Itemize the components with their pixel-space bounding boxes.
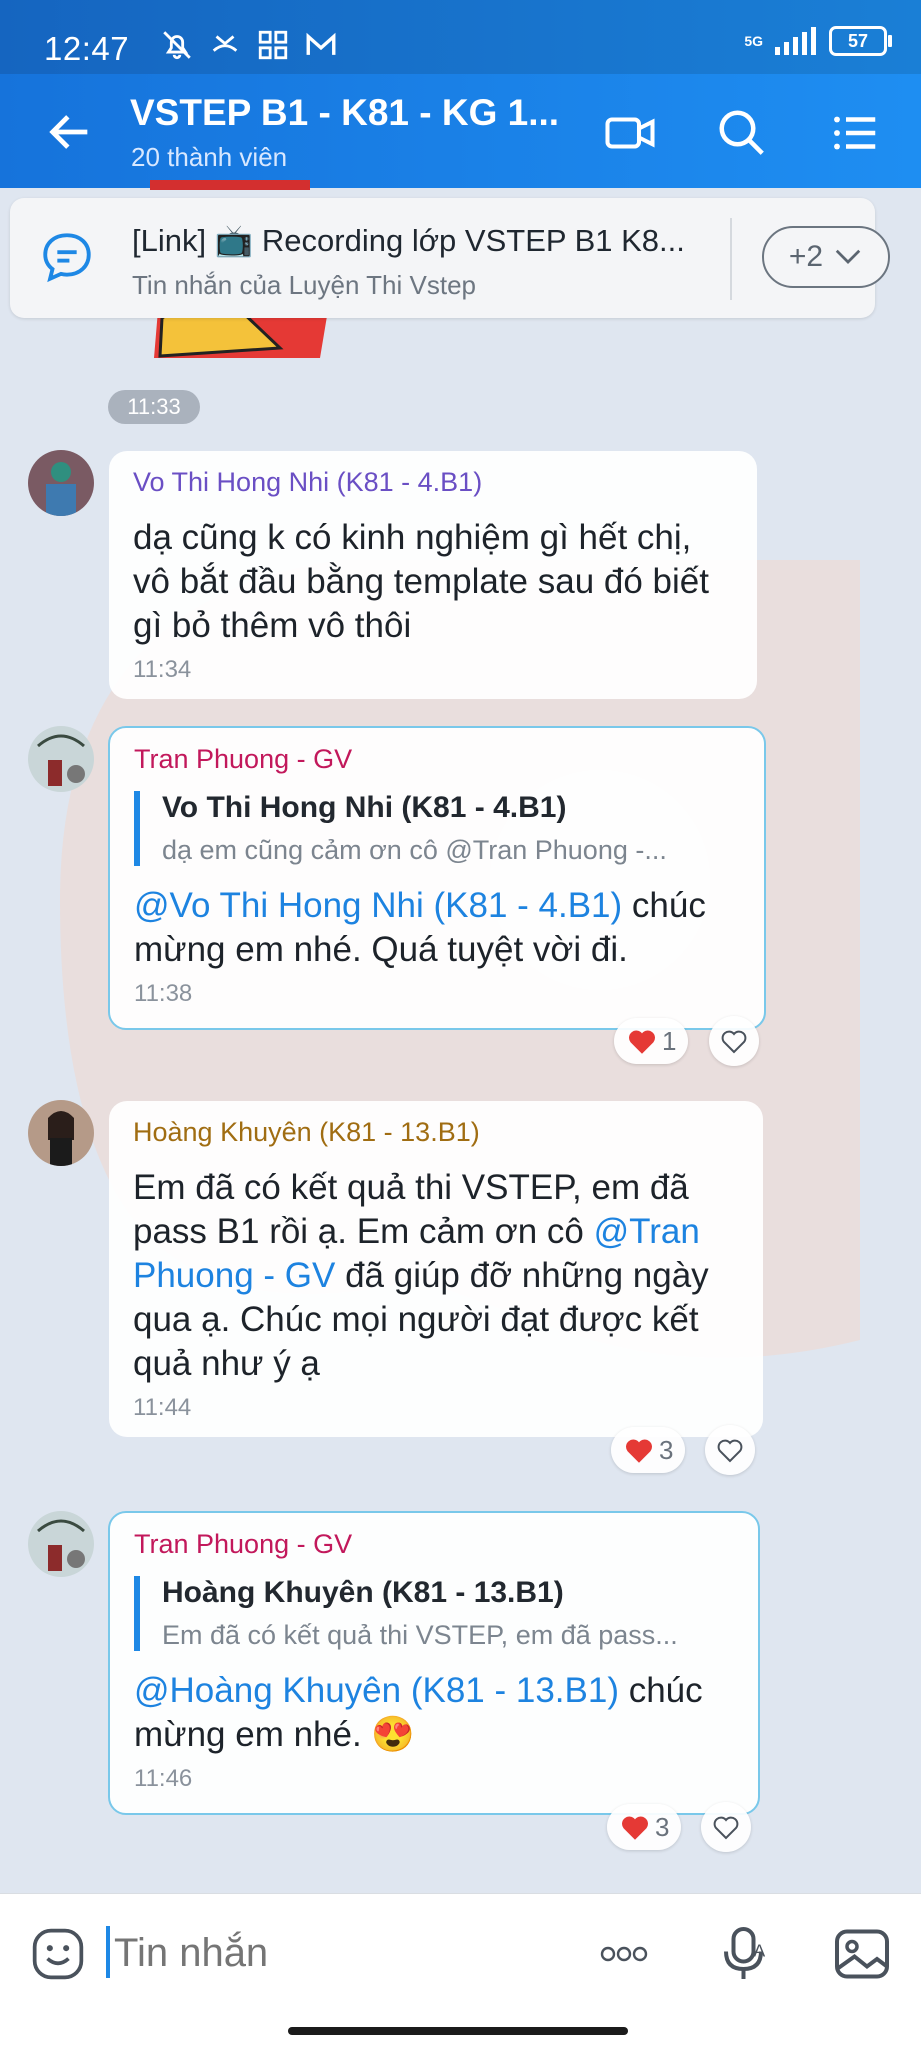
message-bubble[interactable]: Tran Phuong - GV Hoàng Khuyên (K81 - 13.… bbox=[108, 1511, 760, 1815]
message-text: dạ cũng k có kinh nghiệm gì hết chị, vô … bbox=[133, 518, 709, 645]
home-indicator bbox=[288, 2027, 628, 2035]
status-right: 5G 57 bbox=[744, 26, 892, 56]
avatar-photo bbox=[28, 1100, 94, 1166]
status-icons bbox=[160, 28, 338, 62]
more-dots-icon[interactable] bbox=[594, 1924, 654, 1984]
reaction-badge[interactable]: 1 bbox=[614, 1018, 689, 1064]
quote-text: dạ em cũng cảm ơn cô @Tran Phuong -... bbox=[162, 835, 667, 865]
message-time: 11:46 bbox=[134, 1765, 193, 1792]
image-icon[interactable] bbox=[832, 1924, 892, 1984]
like-heart-outline-icon bbox=[721, 1030, 747, 1054]
react-button[interactable] bbox=[709, 1016, 759, 1066]
pinned-title: [Link] 📺 Recording lớp VSTEP B1 K8... bbox=[132, 223, 685, 258]
message-input[interactable] bbox=[112, 1930, 556, 1977]
quote-author: Hoàng Khuyên (K81 - 13.B1) bbox=[162, 1576, 564, 1609]
message-bubble[interactable]: Tran Phuong - GV Vo Thi Hong Nhi (K81 - … bbox=[108, 726, 766, 1030]
message-bubble[interactable]: Vo Thi Hong Nhi (K81 - 4.B1) dạ cũng k c… bbox=[109, 451, 757, 699]
pinned-more-button[interactable]: +2 bbox=[762, 226, 890, 288]
react-button[interactable] bbox=[701, 1802, 751, 1852]
member-count[interactable]: 20 thành viên bbox=[131, 142, 287, 173]
react-button[interactable] bbox=[705, 1425, 755, 1475]
time-separator: 11:33 bbox=[108, 390, 200, 424]
mail-icon bbox=[306, 32, 336, 55]
mention-link[interactable]: @Hoàng Khuyên (K81 - 13.B1) bbox=[134, 1671, 619, 1710]
message-composer: A bbox=[0, 1893, 921, 2049]
message-text: @Hoàng Khuyên (K81 - 13.B1) chúc mừng em… bbox=[134, 1669, 734, 1757]
quoted-message[interactable]: Hoàng Khuyên (K81 - 13.B1) Em đã có kết … bbox=[134, 1576, 734, 1651]
quote-text: Em đã có kết quả thi VSTEP, em đã pass..… bbox=[162, 1620, 678, 1650]
chat-header: VSTEP B1 - K81 - KG 1... 20 thành viên bbox=[0, 74, 921, 188]
message-time: 11:38 bbox=[134, 980, 193, 1007]
quote-author: Vo Thi Hong Nhi (K81 - 4.B1) bbox=[162, 791, 567, 824]
emoji-icon[interactable] bbox=[30, 1926, 86, 1982]
chat-bubble-icon bbox=[43, 233, 91, 283]
apps-icon bbox=[258, 30, 288, 60]
avatar-photo bbox=[28, 450, 94, 516]
group-title[interactable]: VSTEP B1 - K81 - KG 1... bbox=[130, 92, 559, 134]
quoted-message[interactable]: Vo Thi Hong Nhi (K81 - 4.B1) dạ em cũng … bbox=[134, 791, 740, 866]
like-heart-outline-icon bbox=[717, 1439, 743, 1463]
pinned-divider bbox=[730, 218, 732, 300]
pinned-subtitle: Tin nhắn của Luyện Thi Vstep bbox=[132, 270, 477, 300]
pinned-message[interactable]: [Link] 📺 Recording lớp VSTEP B1 K8... Ti… bbox=[10, 198, 890, 318]
status-time: 12:47 bbox=[44, 30, 130, 67]
sender-name[interactable]: Hoàng Khuyên (K81 - 13.B1) bbox=[133, 1117, 739, 1148]
heart-icon bbox=[622, 1816, 648, 1840]
sender-name[interactable]: Tran Phuong - GV bbox=[134, 1529, 734, 1560]
network-label: 5G bbox=[744, 33, 763, 49]
reaction-badge[interactable]: 3 bbox=[607, 1804, 682, 1850]
mention-link[interactable]: @Vo Thi Hong Nhi (K81 - 4.B1) bbox=[134, 886, 622, 925]
like-heart-outline-icon bbox=[713, 1816, 739, 1840]
back-arrow-icon[interactable] bbox=[44, 106, 96, 158]
reaction-count: 1 bbox=[662, 1025, 677, 1056]
message-time: 11:44 bbox=[133, 1394, 192, 1421]
menu-icon[interactable] bbox=[828, 106, 882, 160]
avatar[interactable] bbox=[28, 1511, 94, 1577]
status-bar: 12:47 5G 57 bbox=[0, 0, 921, 74]
avatar[interactable] bbox=[28, 450, 94, 516]
voice-icon[interactable]: A bbox=[716, 1924, 776, 1984]
sender-name[interactable]: Vo Thi Hong Nhi (K81 - 4.B1) bbox=[133, 467, 733, 498]
chevron-down-icon bbox=[835, 249, 861, 264]
signal-icon bbox=[775, 27, 816, 55]
avatar[interactable] bbox=[28, 726, 94, 792]
avatar-photo bbox=[28, 726, 94, 792]
heart-icon bbox=[626, 1439, 652, 1463]
missed-call-icon bbox=[212, 35, 238, 52]
message-text: Em đã có kết quả thi VSTEP, em đã pass B… bbox=[133, 1166, 739, 1386]
video-call-icon[interactable] bbox=[603, 106, 657, 160]
message-time: 11:34 bbox=[133, 656, 192, 683]
text-cursor bbox=[106, 1926, 110, 1978]
reaction-count: 3 bbox=[659, 1434, 674, 1465]
reaction-badge[interactable]: 3 bbox=[611, 1427, 686, 1473]
svg-text:A: A bbox=[754, 1941, 766, 1961]
mute-bell-icon bbox=[163, 31, 191, 60]
avatar-photo bbox=[28, 1511, 94, 1577]
heart-icon bbox=[629, 1030, 655, 1054]
message-bubble[interactable]: Hoàng Khuyên (K81 - 13.B1) Em đã có kết … bbox=[109, 1101, 763, 1437]
pinned-more-count: +2 bbox=[788, 240, 824, 273]
search-icon[interactable] bbox=[715, 106, 769, 160]
reaction-count: 3 bbox=[655, 1811, 670, 1842]
sender-name[interactable]: Tran Phuong - GV bbox=[134, 744, 740, 775]
message-text: @Vo Thi Hong Nhi (K81 - 4.B1) chúc mừng … bbox=[134, 884, 740, 972]
battery-indicator: 57 bbox=[829, 26, 892, 56]
avatar[interactable] bbox=[28, 1100, 94, 1166]
